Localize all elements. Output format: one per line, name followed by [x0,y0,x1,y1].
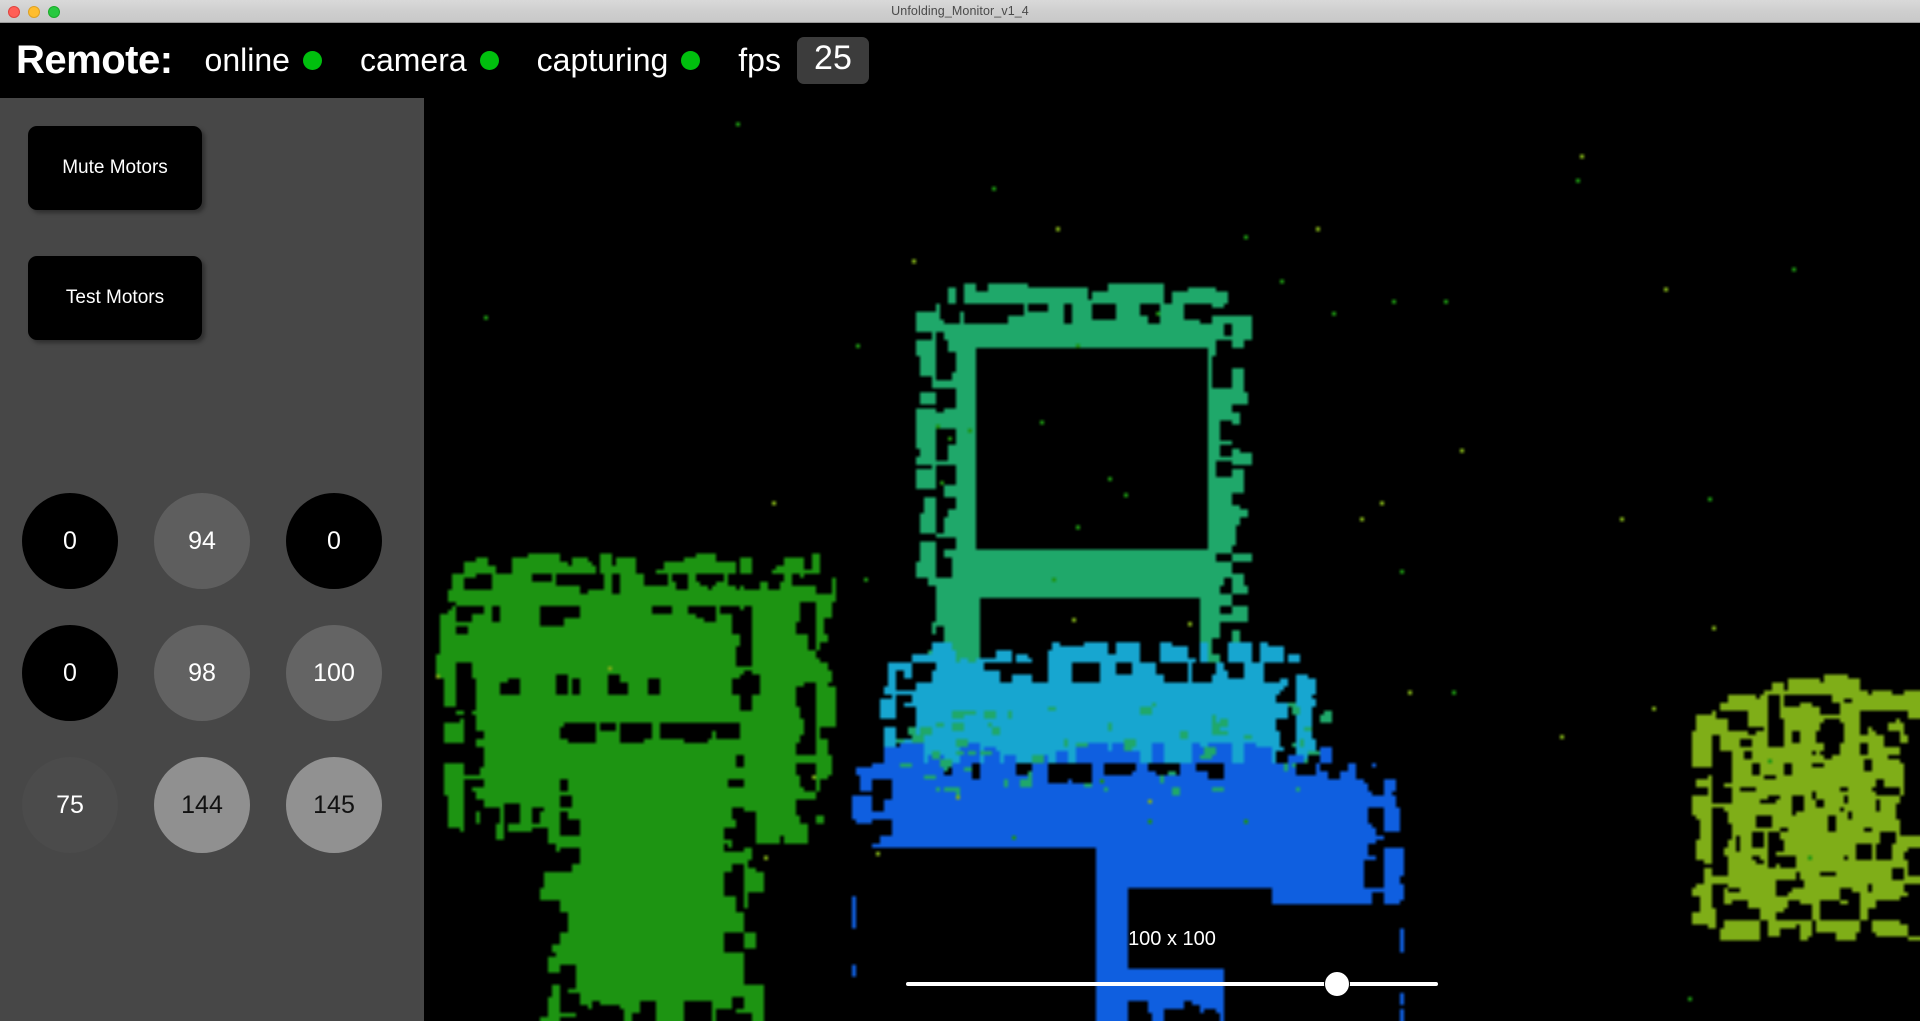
main-body: Mute Motors Test Motors 0 94 0 0 98 100 … [0,98,1920,1021]
resolution-label: 100 x 100 [1128,928,1216,950]
motor-dial[interactable]: 0 [286,493,382,589]
app-window: Unfolding_Monitor_v1_4 Remote: online ca… [0,0,1920,1021]
status-led-camera [479,51,499,70]
status-indicator-camera: camera [360,42,499,79]
fps-value: 25 [796,37,869,84]
window-controls [8,0,60,23]
motor-dial[interactable]: 144 [154,757,250,853]
motor-dial[interactable]: 0 [22,493,118,589]
minimize-button-icon[interactable] [28,5,40,18]
page-title: Remote: [16,38,173,82]
control-sidebar: Mute Motors Test Motors 0 94 0 0 98 100 … [0,98,424,1021]
motor-dial[interactable]: 100 [286,625,382,721]
maximize-button-icon[interactable] [48,5,60,18]
test-motors-button[interactable]: Test Motors [28,256,202,340]
status-label-camera: camera [359,42,467,78]
resolution-slider[interactable] [906,971,1438,997]
motor-dial[interactable]: 98 [154,625,250,721]
close-button-icon[interactable] [8,5,20,18]
fps-label: fps [738,42,781,78]
status-indicator-online: online [205,42,322,79]
motor-dial[interactable]: 75 [22,757,118,853]
window-title: Unfolding_Monitor_v1_4 [891,3,1029,18]
status-label-online: online [204,42,290,78]
mute-motors-button[interactable]: Mute Motors [28,126,202,210]
motor-dial[interactable]: 145 [286,757,382,853]
status-led-online [302,51,322,70]
status-led-capturing [681,51,701,70]
status-label-capturing: capturing [536,42,669,78]
slider-track[interactable] [906,982,1438,986]
motor-dial-grid: 0 94 0 0 98 100 75 144 145 [22,493,418,889]
slider-thumb[interactable] [1323,971,1350,997]
depth-image-canvas [424,98,1920,1021]
motor-dial[interactable]: 0 [22,625,118,721]
fps-group: fps 25 [738,37,869,84]
resolution-slider-group: 100 x 100 [906,928,1438,997]
titlebar: Unfolding_Monitor_v1_4 [0,0,1920,23]
status-header: Remote: online camera capturing fps 25 [0,23,1920,98]
camera-feed-panel[interactable]: 100 x 100 [424,98,1920,1021]
status-indicator-capturing: capturing [537,42,701,79]
motor-dial[interactable]: 94 [154,493,250,589]
